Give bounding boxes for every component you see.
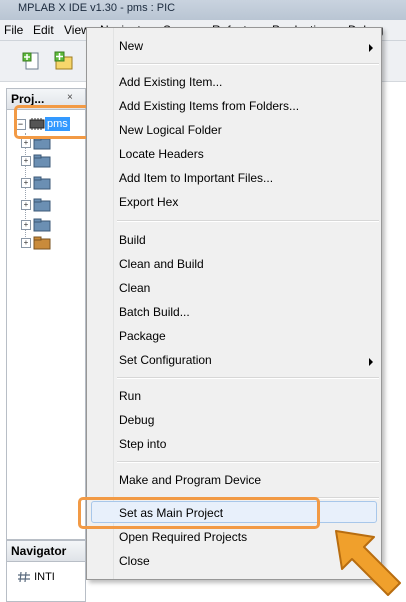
menu-item-open-required-projects[interactable]: Open Required Projects (119, 530, 247, 544)
menu-separator (117, 461, 379, 463)
submenu-arrow-icon (369, 358, 373, 366)
main-project-highlight-box (78, 497, 320, 529)
new-project-icon (54, 51, 73, 70)
menu-item-export-hex[interactable]: Export Hex (119, 195, 178, 209)
folder-icon (33, 176, 51, 190)
pointer-arrow-icon (335, 530, 401, 596)
menu-item-add-existing-items-from-folders[interactable]: Add Existing Items from Folders... (119, 99, 299, 113)
menu-separator (117, 63, 379, 65)
tree-folder-2[interactable]: + (21, 152, 81, 170)
expand-icon[interactable]: + (21, 138, 31, 148)
navigator-item[interactable]: INTI (17, 571, 55, 583)
expand-icon[interactable]: + (21, 200, 31, 210)
tree-folder-4[interactable]: + (21, 196, 81, 214)
expand-icon[interactable]: + (21, 178, 31, 188)
menu-edit[interactable]: Edit (33, 23, 54, 37)
new-file-button[interactable] (20, 50, 42, 72)
new-project-button[interactable] (52, 50, 74, 72)
navigator-tab[interactable]: Navigator (11, 544, 66, 558)
window-title: MPLAB X IDE v1.30 - pms : PIC (18, 2, 176, 14)
menu-item-add-important-files[interactable]: Add Item to Important Files... (119, 171, 273, 185)
menu-item-run[interactable]: Run (119, 389, 141, 403)
menu-item-package[interactable]: Package (119, 329, 166, 343)
folder-icon (33, 236, 51, 250)
expand-icon[interactable]: + (21, 238, 31, 248)
menu-item-step-into[interactable]: Step into (119, 437, 166, 451)
navigator-panel-header: Navigator (7, 541, 85, 562)
menu-item-new[interactable]: New (119, 39, 143, 53)
hash-icon (18, 572, 30, 583)
menu-item-build[interactable]: Build (119, 233, 146, 247)
menu-item-set-configuration[interactable]: Set Configuration (119, 353, 212, 367)
new-file-icon (22, 52, 39, 70)
tree-folder-6[interactable]: + (21, 234, 81, 252)
folder-icon (33, 198, 51, 212)
tree-folder-3[interactable]: + (21, 174, 81, 192)
menu-item-clean[interactable]: Clean (119, 281, 150, 295)
menu-item-add-existing-item[interactable]: Add Existing Item... (119, 75, 222, 89)
menu-item-new-logical-folder[interactable]: New Logical Folder (119, 123, 222, 137)
menu-item-batch-build[interactable]: Batch Build... (119, 305, 190, 319)
submenu-arrow-icon (369, 44, 373, 52)
menu-item-debug[interactable]: Debug (119, 413, 154, 427)
navigator-panel: Navigator INTI (6, 540, 86, 602)
window-titlebar: MPLAB X IDE v1.30 - pms : PIC (0, 0, 406, 20)
folder-icon (33, 218, 51, 232)
tree-folder-5[interactable]: + (21, 216, 81, 234)
menu-separator (117, 377, 379, 379)
menu-item-locate-headers[interactable]: Locate Headers (119, 147, 204, 161)
menu-item-make-and-program-device[interactable]: Make and Program Device (119, 473, 261, 487)
expand-icon[interactable]: + (21, 156, 31, 166)
close-icon[interactable]: × (67, 92, 73, 103)
menu-item-close[interactable]: Close (119, 554, 150, 568)
navigator-item-label: INTI (34, 571, 55, 583)
menu-file[interactable]: File (4, 23, 23, 37)
expand-icon[interactable]: + (21, 220, 31, 230)
menu-separator (117, 220, 379, 222)
folder-icon (33, 154, 51, 168)
projects-panel: Proj... × − pms + + + + + + (6, 88, 86, 540)
menu-item-clean-and-build[interactable]: Clean and Build (119, 257, 204, 271)
projects-tab[interactable]: Proj... (11, 92, 44, 106)
